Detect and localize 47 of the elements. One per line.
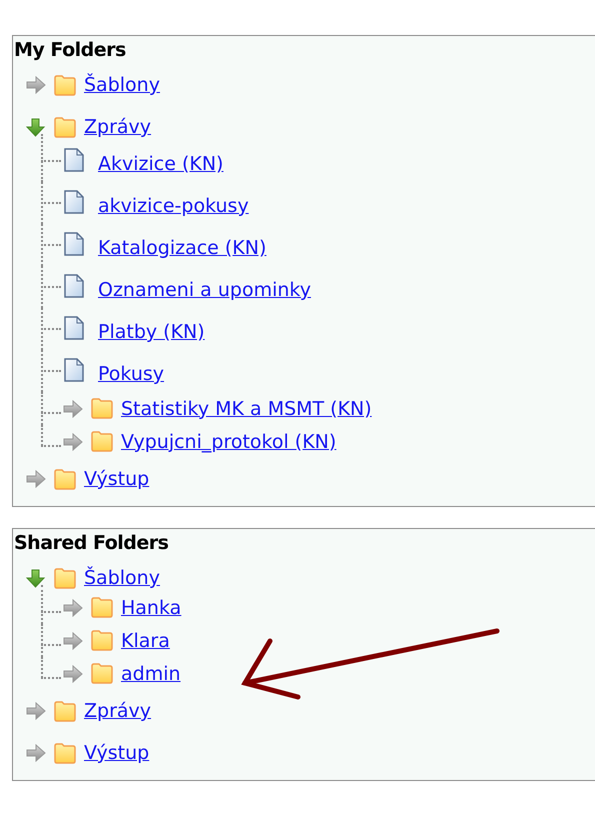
arrow-down-icon[interactable]: [26, 118, 46, 136]
folder-icon: [90, 662, 114, 685]
folder-link[interactable]: admin: [121, 662, 181, 684]
arrow-right-icon[interactable]: [26, 702, 46, 720]
folder-link[interactable]: Zprávy: [84, 700, 152, 722]
folder-link[interactable]: Hanka: [121, 596, 182, 618]
arrow-right-icon[interactable]: [63, 664, 83, 682]
folder-icon: [90, 430, 114, 453]
folder-link[interactable]: Šablony: [84, 567, 160, 589]
document-icon: [63, 274, 85, 299]
folder-icon: [53, 742, 77, 764]
report-link[interactable]: Akvizice (KN): [98, 148, 224, 175]
folder-icon: [90, 397, 114, 420]
folder-icon: [53, 468, 77, 490]
folder-icon: [90, 629, 114, 652]
folder-link[interactable]: Výstup: [84, 468, 150, 490]
folder-link[interactable]: Vypujcni_protokol (KN): [121, 430, 336, 452]
document-icon: [63, 232, 85, 257]
document-icon: [63, 358, 85, 383]
arrow-right-icon[interactable]: [63, 432, 83, 450]
arrow-right-icon[interactable]: [63, 598, 83, 616]
report-link[interactable]: Platby (KN): [98, 316, 205, 343]
report-link[interactable]: akvizice-pokusy: [98, 190, 249, 217]
arrow-right-icon[interactable]: [63, 632, 83, 650]
panel-title: My Folders: [13, 38, 127, 63]
arrow-right-icon[interactable]: [26, 76, 46, 94]
arrow-right-icon[interactable]: [26, 470, 46, 488]
arrow-down-icon[interactable]: [26, 568, 46, 588]
document-icon: [63, 316, 85, 341]
arrow-right-icon[interactable]: [26, 744, 46, 762]
folder-icon: [90, 596, 114, 619]
report-link[interactable]: Oznameni a upominky: [98, 274, 311, 301]
folder-link[interactable]: Zprávy: [84, 116, 152, 138]
folder-icon: [53, 74, 77, 96]
report-link[interactable]: Pokusy: [98, 358, 164, 385]
folder-icon: [53, 566, 77, 590]
folder-link[interactable]: Klara: [121, 630, 170, 652]
report-link[interactable]: Katalogizace (KN): [98, 232, 266, 259]
document-icon: [63, 148, 85, 173]
folder-link[interactable]: Výstup: [84, 742, 150, 764]
folder-link[interactable]: Šablony: [84, 74, 160, 96]
folder-icon: [53, 700, 77, 722]
document-icon: [63, 190, 85, 215]
arrow-right-icon[interactable]: [63, 400, 83, 418]
folder-icon: [53, 116, 77, 138]
panel-title: Shared Folders: [13, 531, 170, 556]
folder-link[interactable]: Statistiky MK a MSMT (KN): [121, 398, 372, 420]
